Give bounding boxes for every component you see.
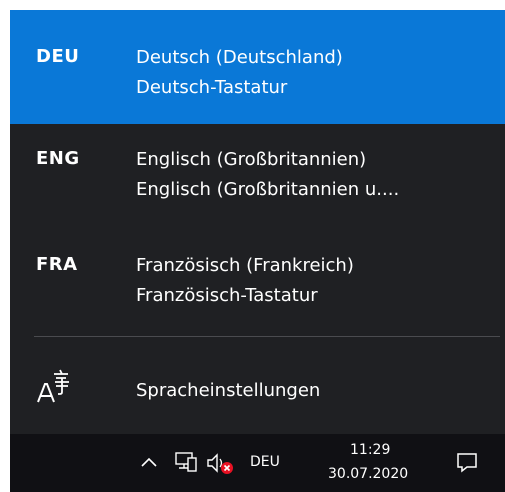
volume-muted-icon[interactable]	[206, 452, 236, 480]
divider	[34, 336, 500, 337]
clock-time[interactable]: 11:29	[350, 442, 390, 458]
language-code: DEU	[36, 46, 80, 67]
language-settings-icon	[34, 368, 74, 408]
chevron-up-icon[interactable]	[140, 454, 158, 473]
language-item-fra[interactable]: FRA Französisch (Frankreich) Französisch…	[10, 230, 505, 344]
clock-date[interactable]: 30.07.2020	[328, 466, 408, 482]
language-settings-link[interactable]: Spracheinstellungen	[10, 350, 505, 434]
language-code: ENG	[36, 148, 80, 169]
keyboard-layout-name: Französisch-Tastatur	[136, 285, 318, 306]
language-code: FRA	[36, 254, 78, 275]
language-item-eng[interactable]: ENG Englisch (Großbritannien) Englisch (…	[10, 124, 505, 238]
input-language-flyout: DEU Deutsch (Deutschland) Deutsch-Tastat…	[10, 10, 505, 434]
keyboard-layout-name: Englisch (Großbritannien u....	[136, 179, 400, 200]
taskbar-tray: DEU 11:29 30.07.2020	[10, 434, 505, 492]
language-name: Französisch (Frankreich)	[136, 255, 354, 276]
input-indicator[interactable]: DEU	[250, 454, 280, 470]
network-icon[interactable]	[174, 451, 198, 477]
language-name: Deutsch (Deutschland)	[136, 47, 343, 68]
notification-icon[interactable]	[455, 450, 479, 478]
keyboard-layout-name: Deutsch-Tastatur	[136, 77, 288, 98]
language-settings-label: Spracheinstellungen	[136, 380, 321, 401]
language-item-deu[interactable]: DEU Deutsch (Deutschland) Deutsch-Tastat…	[10, 10, 505, 124]
language-name: Englisch (Großbritannien)	[136, 149, 367, 170]
screen: DEU Deutsch (Deutschland) Deutsch-Tastat…	[0, 0, 505, 492]
